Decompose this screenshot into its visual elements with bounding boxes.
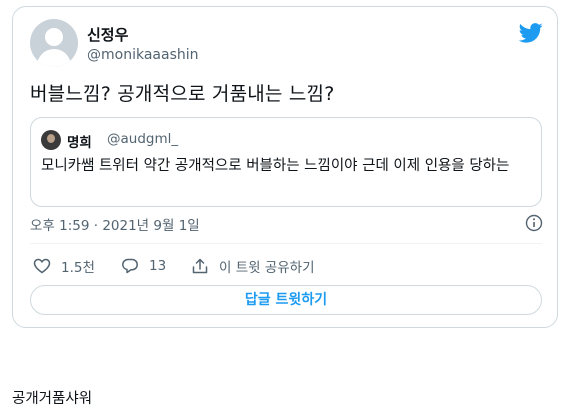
heart-icon bbox=[33, 258, 51, 274]
like-action[interactable]: 1.5천 bbox=[33, 256, 95, 276]
author-display-name[interactable]: 신정우 bbox=[87, 24, 128, 45]
quoted-tweet[interactable]: 명희 @audgml_ 모니카쌤 트위터 약간 공개적으로 버블하는 느낌이야 … bbox=[30, 117, 542, 207]
caption-text: 공개거품샤워 bbox=[12, 391, 93, 407]
reply-action[interactable]: 13 bbox=[121, 256, 166, 276]
quoted-author-handle: @audgml_ bbox=[107, 131, 179, 147]
embedded-tweet-card: 신정우 @monikaaashin 버블느낌? 공개적으로 거품내는 느낌? 명… bbox=[12, 6, 558, 328]
twitter-bird-icon[interactable] bbox=[519, 23, 543, 43]
reply-tweet-button[interactable]: 답글 트윗하기 bbox=[30, 285, 542, 315]
quoted-avatar bbox=[41, 130, 61, 150]
share-action[interactable]: 이 트윗 공유하기 bbox=[191, 256, 315, 276]
share-label: 이 트윗 공유하기 bbox=[219, 260, 315, 276]
author-handle[interactable]: @monikaaashin bbox=[87, 47, 199, 63]
quoted-author-name: 명희 bbox=[67, 135, 92, 151]
quoted-avatar-face-shape bbox=[47, 134, 55, 143]
tweet-timestamp[interactable]: 오후 1:59 · 2021년 9월 1일 bbox=[30, 214, 200, 234]
like-count: 1.5천 bbox=[61, 260, 95, 276]
avatar-body-shape bbox=[37, 49, 71, 67]
share-icon bbox=[192, 258, 208, 274]
reply-count: 13 bbox=[149, 258, 167, 274]
divider bbox=[30, 243, 542, 244]
reply-bubble-icon bbox=[122, 258, 138, 274]
avatar[interactable] bbox=[30, 19, 78, 67]
quoted-tweet-text: 모니카쌤 트위터 약간 공개적으로 버블하는 느낌이야 근데 이제 인용을 당하… bbox=[41, 158, 510, 174]
tweet-text: 버블느낌? 공개적으로 거품내는 느낌? bbox=[30, 83, 335, 105]
avatar-head-shape bbox=[45, 28, 63, 46]
info-icon[interactable] bbox=[525, 214, 543, 232]
